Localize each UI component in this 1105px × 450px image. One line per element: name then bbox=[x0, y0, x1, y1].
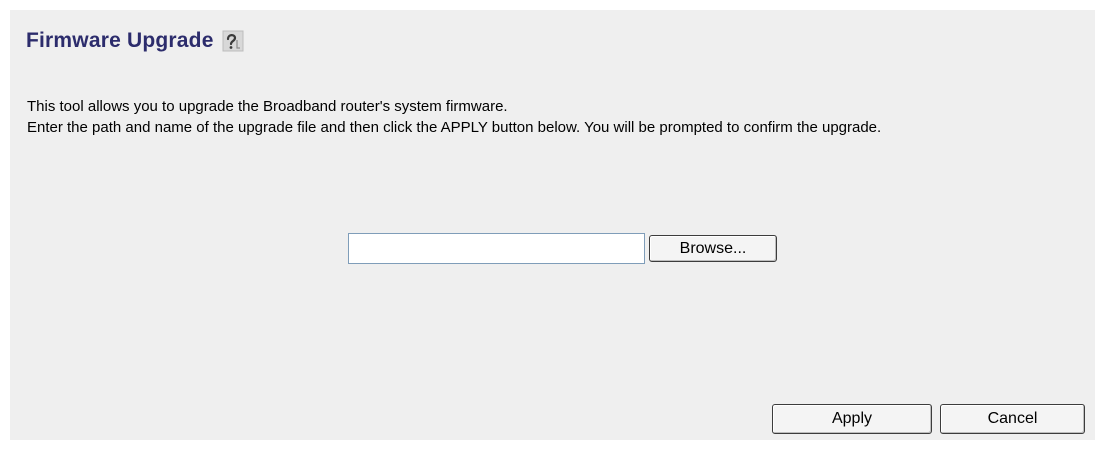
title-row: Firmware Upgrade bbox=[26, 26, 244, 56]
browse-button[interactable]: Browse... bbox=[649, 235, 777, 262]
cancel-button[interactable]: Cancel bbox=[940, 404, 1085, 434]
action-row: Apply Cancel bbox=[772, 404, 1085, 434]
help-icon[interactable] bbox=[222, 30, 244, 52]
description: This tool allows you to upgrade the Broa… bbox=[27, 96, 1087, 138]
page-title: Firmware Upgrade bbox=[26, 29, 214, 52]
description-line-2: Enter the path and name of the upgrade f… bbox=[27, 119, 882, 136]
help-icon-graphic bbox=[222, 30, 244, 52]
firmware-file-input[interactable] bbox=[348, 233, 645, 264]
apply-button[interactable]: Apply bbox=[772, 404, 932, 434]
upload-row: Browse... bbox=[348, 233, 777, 264]
firmware-upgrade-panel: Firmware Upgrade This tool allows you to… bbox=[10, 10, 1095, 440]
description-line-1: This tool allows you to upgrade the Broa… bbox=[27, 98, 508, 115]
